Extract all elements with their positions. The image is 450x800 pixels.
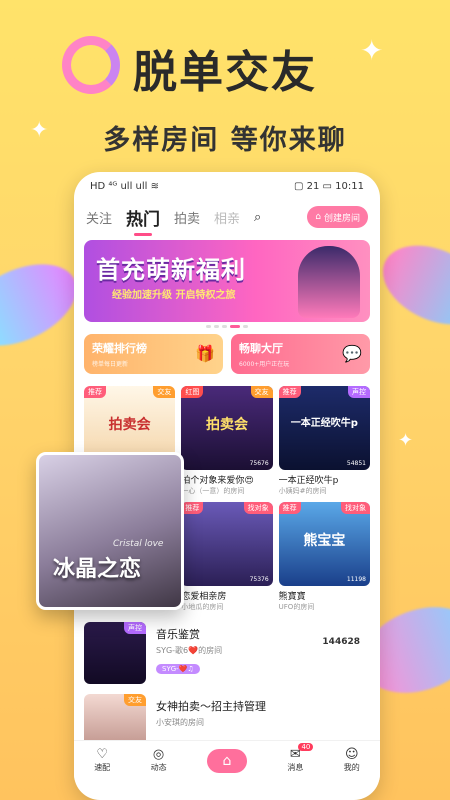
heart-icon: ♡ — [96, 747, 109, 762]
promo-banner[interactable]: 首充萌新福利 经验加速升级 开启特权之旅 — [84, 240, 370, 322]
room-name: 拍个对象来爱你😍 — [181, 476, 254, 486]
room-category: 找对象 — [243, 502, 273, 514]
gift-icon: 🎁 — [195, 344, 215, 363]
room-tag: 推荐 — [181, 502, 204, 514]
room-count: 54851 — [346, 460, 366, 467]
banner-subtitle: 经验加速升级 开启特权之旅 — [112, 290, 236, 301]
status-right: ▢ 21 ▭ 10:11 — [294, 180, 364, 192]
home-icon: ⌂ — [206, 748, 247, 773]
list-info: 音乐鉴赏 SYG-歌6❤️的房间 SYG-❤️♫ — [156, 622, 222, 675]
nav-label: 速配 — [94, 763, 111, 772]
room-cover-text: 拍卖会 — [205, 417, 248, 433]
room-count: 75676 — [249, 460, 269, 467]
room-category: 交友 — [153, 386, 176, 398]
room-card[interactable]: 红图 交友 拍卖会 75676 拍个对象来爱你😍 一心（一意）的房间 — [181, 386, 273, 496]
decor-swirl — [370, 230, 450, 340]
pager-dot — [206, 325, 211, 328]
list-cover: 声控 — [84, 622, 146, 684]
room-card[interactable]: 推荐 找对象 75376 恋爱相亲房 小地瓜的房间 — [181, 502, 273, 612]
create-room-label: 创建房间 — [323, 213, 360, 224]
tab-auction[interactable]: 拍卖 — [174, 208, 200, 227]
room-cover: 推荐 找对象 熊宝宝 11198 — [278, 502, 370, 586]
room-name: 熊寶寶 — [278, 592, 306, 602]
leaderboard-card[interactable]: 荣耀排行榜 榜单每日更新 🎁 — [84, 334, 223, 374]
status-left: HD ⁴ᴳ ull ull ≋ — [90, 180, 159, 192]
list-item[interactable]: 声控 音乐鉴赏 SYG-歌6❤️的房间 SYG-❤️♫ — [84, 622, 370, 684]
room-cover: 推荐 找对象 75376 — [181, 502, 273, 586]
room-count: 11198 — [346, 576, 366, 583]
quick-entries: 荣耀排行榜 榜单每日更新 🎁 畅聊大厅 6000+用户正在玩 💬 — [84, 334, 370, 374]
sparkle-icon: ✦ — [30, 118, 49, 143]
room-tag: 推荐 — [278, 502, 301, 514]
room-owner: 小地瓜的房间 — [181, 603, 224, 611]
nav-label: 动态 — [150, 763, 167, 772]
room-card[interactable]: 推荐 声控 一本正经吹牛p 54851 一本正经吹牛p 小姨妈#的房间 — [278, 386, 370, 496]
sparkle-icon: ✦ — [360, 34, 384, 67]
home-plus-icon: ⌂ — [315, 212, 321, 222]
chat-hall-card[interactable]: 畅聊大厅 6000+用户正在玩 💬 — [231, 334, 370, 374]
list-subtitle: 小安琪的房间 — [156, 718, 204, 727]
list-badge: SYG-❤️♫ — [156, 664, 200, 674]
pager-dot-active — [230, 325, 240, 328]
nav-match[interactable]: ♡ 速配 — [94, 748, 110, 773]
room-card[interactable]: 推荐 找对象 熊宝宝 11198 熊寶寶 UFO的房间 — [278, 502, 370, 612]
banner-character — [298, 246, 360, 318]
pager-dot — [222, 325, 227, 328]
nav-feed[interactable]: ◎ 动态 — [151, 748, 167, 773]
room-owner: UFO的房间 — [278, 603, 315, 611]
top-tabs: 关注 热门 拍卖 相亲 ⌕ ⌂ 创建房间 — [74, 200, 380, 234]
list-tag: 交友 — [124, 694, 146, 706]
profile-icon: ☺ — [344, 747, 359, 762]
floating-card-subtitle: Cristal love — [113, 539, 164, 549]
room-cover: 红图 交友 拍卖会 75676 — [181, 386, 273, 470]
floating-card-title: 冰晶之恋 — [53, 557, 142, 582]
room-cover-text: 熊宝宝 — [303, 533, 346, 549]
nav-home[interactable]: ⌂ — [206, 748, 247, 773]
list-title: 女神拍卖～招主持管理 — [156, 700, 266, 713]
room-tag: 红图 — [181, 386, 204, 398]
promo-subhead: 多样房间 等你来聊 — [103, 125, 347, 156]
room-name: 恋爱相亲房 — [181, 592, 227, 602]
list-subtitle: SYG-歌6❤️的房间 — [156, 646, 223, 655]
room-name: 一本正经吹牛p — [278, 476, 339, 486]
tab-dating[interactable]: 相亲 — [214, 208, 240, 227]
list-count: 144628 — [322, 637, 360, 647]
room-owner: 一心（一意）的房间 — [181, 487, 245, 495]
room-cover-text: 拍卖会 — [108, 417, 151, 433]
nav-label: 消息 — [287, 763, 304, 772]
room-cover-text: 一本正经吹牛p — [290, 418, 358, 429]
room-category: 交友 — [250, 386, 273, 398]
nav-profile[interactable]: ☺ 我的 — [344, 748, 360, 773]
search-icon[interactable]: ⌕ — [254, 210, 261, 225]
room-category: 找对象 — [341, 502, 370, 514]
floating-room-card[interactable]: Cristal love 冰晶之恋 — [36, 452, 184, 610]
tab-hot[interactable]: 热门 — [126, 205, 160, 230]
pager-dot — [243, 325, 248, 328]
sparkle-icon: ✦ — [398, 430, 414, 451]
bottom-nav: ♡ 速配 ◎ 动态 ⌂ ✉ 40 消息 ☺ 我的 — [74, 740, 380, 780]
banner-pager — [74, 325, 380, 328]
list-tag: 声控 — [124, 622, 146, 634]
status-bar: HD ⁴ᴳ ull ull ≋ ▢ 21 ▭ 10:11 — [74, 172, 380, 200]
room-tag: 推荐 — [84, 386, 106, 398]
message-badge: 40 — [298, 743, 314, 751]
nav-messages[interactable]: ✉ 40 消息 — [287, 743, 314, 773]
create-room-button[interactable]: ⌂ 创建房间 — [307, 206, 368, 228]
room-count: 75376 — [249, 576, 269, 583]
room-tag: 推荐 — [278, 386, 301, 398]
chat-bubble-icon: 💬 — [342, 344, 362, 363]
tab-follow[interactable]: 关注 — [86, 208, 112, 227]
compass-icon: ◎ — [152, 747, 165, 762]
list-title: 音乐鉴赏 — [156, 628, 200, 641]
pager-dot — [214, 325, 219, 328]
room-category: 声控 — [348, 386, 370, 398]
banner-title: 首充萌新福利 — [96, 256, 246, 284]
list-info: 女神拍卖～招主持管理 小安琪的房间 — [156, 694, 266, 728]
room-cover: 推荐 声控 一本正经吹牛p 54851 — [278, 386, 370, 470]
room-owner: 小姨妈#的房间 — [278, 487, 327, 495]
nav-label: 我的 — [343, 763, 360, 772]
